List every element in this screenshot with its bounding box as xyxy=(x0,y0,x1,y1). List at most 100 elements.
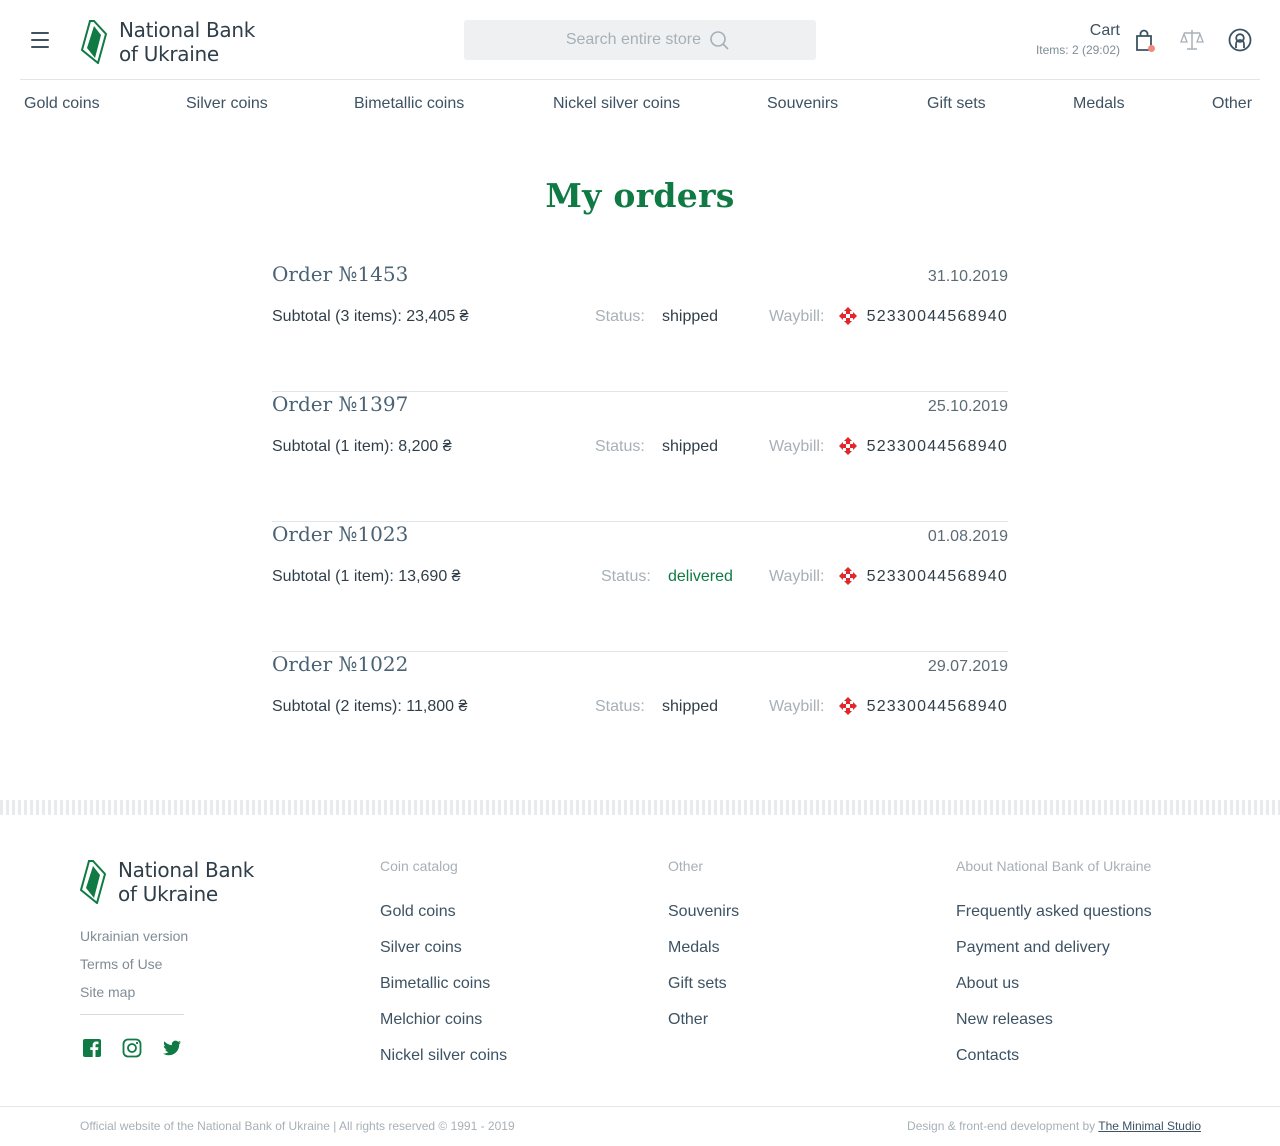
order-status: shipped xyxy=(662,698,719,715)
footer-link-other[interactable]: Other xyxy=(668,1002,739,1038)
order-card: Order №1022 29.07.2019 Subtotal (2 items… xyxy=(272,652,1008,782)
footer-link-silver-coins[interactable]: Silver coins xyxy=(380,930,507,966)
facebook-icon[interactable] xyxy=(82,1038,102,1058)
order-subtotal: Subtotal (3 items): 23,405 ₴ xyxy=(272,308,469,325)
footer-divider-pattern xyxy=(0,800,1280,815)
waybill-number[interactable]: 52330044568940 xyxy=(867,698,1008,716)
nav-silver-coins[interactable]: Silver coins xyxy=(186,95,268,113)
logo-line-1: National Bank xyxy=(119,18,256,42)
waybill-label: Waybill: xyxy=(769,698,825,715)
waybill-label: Waybill: xyxy=(769,308,825,325)
compare-icon[interactable] xyxy=(1180,28,1204,52)
footer-logo[interactable]: National Bank of Ukraine xyxy=(80,858,254,906)
order-date: 31.10.2019 xyxy=(927,268,1008,285)
credits: Design & front-end development by The Mi… xyxy=(907,1119,1201,1133)
waybill-label: Waybill: xyxy=(769,568,825,585)
order-status: delivered xyxy=(668,568,733,585)
footer-logo-text: National Bank of Ukraine xyxy=(118,858,254,906)
footer-link-melchior-coins[interactable]: Melchior coins xyxy=(380,1002,507,1038)
order-status: shipped xyxy=(662,308,719,325)
order-card: Order №1023 01.08.2019 Subtotal (1 item)… xyxy=(272,522,1008,652)
nav-gold-coins[interactable]: Gold coins xyxy=(24,95,100,113)
waybill-label: Waybill: xyxy=(769,438,825,455)
site-header: National Bank of Ukraine Cart Items: 2 (… xyxy=(20,0,1260,80)
nova-poshta-icon xyxy=(839,567,857,585)
status-label: Status: xyxy=(595,698,645,715)
order-subtotal: Subtotal (2 items): 11,800 ₴ xyxy=(272,698,468,715)
logo-mark-icon xyxy=(81,20,107,64)
menu-icon[interactable] xyxy=(31,32,49,48)
footer-column-title: Other xyxy=(668,858,704,874)
footer-link-gold-coins[interactable]: Gold coins xyxy=(380,894,507,930)
order-date: 25.10.2019 xyxy=(927,398,1008,415)
footer-link-about-us[interactable]: About us xyxy=(956,966,1152,1002)
order-title-link[interactable]: Order №1022 xyxy=(272,652,408,676)
order-title-link[interactable]: Order №1397 xyxy=(272,392,408,416)
waybill-number[interactable]: 52330044568940 xyxy=(867,568,1008,586)
nav-souvenirs[interactable]: Souvenirs xyxy=(767,95,838,113)
logo-line-2: of Ukraine xyxy=(119,42,219,66)
copyright-text: Official website of the National Bank of… xyxy=(80,1119,515,1133)
category-nav: Gold coins Silver coins Bimetallic coins… xyxy=(24,95,1252,115)
credits-prefix: Design & front-end development by xyxy=(907,1119,1099,1133)
footer-logo-line-2: of Ukraine xyxy=(118,882,218,906)
footer-divider xyxy=(80,1014,184,1015)
nova-poshta-icon xyxy=(839,697,857,715)
footer-column-other: Other Souvenirs Medals Gift sets Other xyxy=(668,858,739,1038)
status-label: Status: xyxy=(595,308,645,325)
nova-poshta-icon xyxy=(839,307,857,325)
cart-icon[interactable] xyxy=(1134,29,1156,53)
nav-other[interactable]: Other xyxy=(1212,95,1252,113)
footer-logo-line-1: National Bank xyxy=(118,858,255,882)
nav-gift-sets[interactable]: Gift sets xyxy=(927,95,986,113)
footer-link-souvenirs[interactable]: Souvenirs xyxy=(668,894,739,930)
site-map-link[interactable]: Site map xyxy=(80,978,188,1006)
nav-medals[interactable]: Medals xyxy=(1073,95,1125,113)
footer-column-title: About National Bank of Ukraine xyxy=(956,858,1152,874)
nav-nickel-silver-coins[interactable]: Nickel silver coins xyxy=(553,95,680,113)
footer-utility-links: Ukrainian version Terms of Use Site map xyxy=(80,922,188,1006)
footer-link-new-releases[interactable]: New releases xyxy=(956,1002,1152,1038)
order-date: 29.07.2019 xyxy=(927,658,1008,675)
footer-link-gift-sets[interactable]: Gift sets xyxy=(668,966,739,1002)
ukrainian-version-link[interactable]: Ukrainian version xyxy=(80,922,188,950)
site-logo[interactable]: National Bank of Ukraine xyxy=(81,18,255,66)
logo-text: National Bank of Ukraine xyxy=(119,18,255,66)
cart-badge-dot xyxy=(1148,45,1155,52)
status-label: Status: xyxy=(595,438,645,455)
search-icon[interactable] xyxy=(709,30,729,50)
cart-summary[interactable]: Cart Items: 2 (29:02) xyxy=(1036,22,1120,57)
footer-link-faq[interactable]: Frequently asked questions xyxy=(956,894,1152,930)
footer-link-nickel-silver-coins[interactable]: Nickel silver coins xyxy=(380,1038,507,1074)
studio-link[interactable]: The Minimal Studio xyxy=(1098,1119,1201,1133)
order-status: shipped xyxy=(662,438,719,455)
waybill-number[interactable]: 52330044568940 xyxy=(867,308,1008,326)
footer-bottom-divider xyxy=(0,1106,1280,1107)
search-bar xyxy=(464,20,816,60)
order-card: Order №1453 31.10.2019 Subtotal (3 items… xyxy=(272,262,1008,392)
order-subtotal: Subtotal (1 item): 8,200 ₴ xyxy=(272,438,452,455)
footer-link-payment-delivery[interactable]: Payment and delivery xyxy=(956,930,1152,966)
user-icon[interactable] xyxy=(1228,28,1252,52)
twitter-icon[interactable] xyxy=(162,1038,182,1058)
footer-link-contacts[interactable]: Contacts xyxy=(956,1038,1152,1074)
footer-column-about: About National Bank of Ukraine Frequentl… xyxy=(956,858,1152,1074)
order-card: Order №1397 25.10.2019 Subtotal (1 item)… xyxy=(272,392,1008,522)
nav-bimetallic-coins[interactable]: Bimetallic coins xyxy=(354,95,464,113)
order-title-link[interactable]: Order №1023 xyxy=(272,522,408,546)
search-input[interactable] xyxy=(551,31,701,49)
waybill-number[interactable]: 52330044568940 xyxy=(867,438,1008,456)
status-label: Status: xyxy=(601,568,651,585)
page-title: My orders xyxy=(545,176,735,215)
instagram-icon[interactable] xyxy=(122,1038,142,1058)
order-title-link[interactable]: Order №1453 xyxy=(272,262,408,286)
footer-link-bimetallic-coins[interactable]: Bimetallic coins xyxy=(380,966,507,1002)
terms-of-use-link[interactable]: Terms of Use xyxy=(80,950,188,978)
order-subtotal: Subtotal (1 item): 13,690 ₴ xyxy=(272,568,461,585)
footer-link-medals[interactable]: Medals xyxy=(668,930,739,966)
footer-column-title: Coin catalog xyxy=(380,858,458,874)
cart-label: Cart xyxy=(1089,22,1120,39)
nova-poshta-icon xyxy=(839,437,857,455)
cart-items-count: Items: 2 (29:02) xyxy=(1035,43,1120,57)
order-date: 01.08.2019 xyxy=(927,528,1008,545)
